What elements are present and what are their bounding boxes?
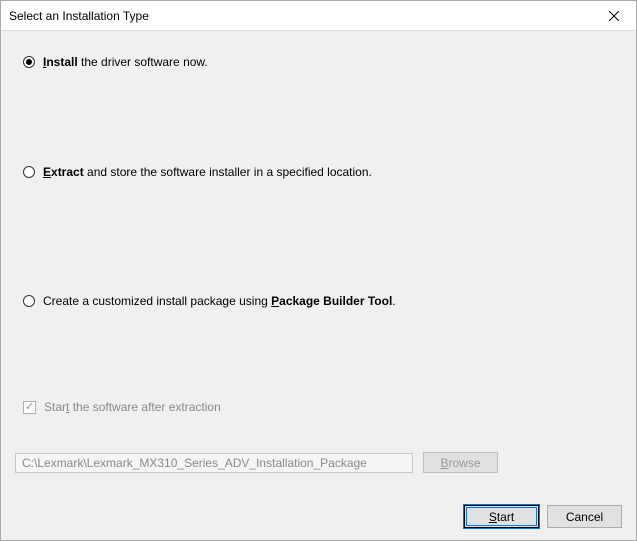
radio-install[interactable] [23, 56, 35, 68]
option-install-label: Install the driver software now. [43, 55, 208, 69]
option-extract[interactable]: Extract and store the software installer… [23, 165, 372, 179]
cancel-button[interactable]: Cancel [547, 505, 622, 528]
option-package[interactable]: Create a customized install package usin… [23, 294, 396, 308]
radio-extract[interactable] [23, 166, 35, 178]
option-package-label: Create a customized install package usin… [43, 294, 396, 308]
close-button[interactable] [591, 1, 636, 30]
option-install[interactable]: Install the driver software now. [23, 55, 208, 69]
footer-buttons: Start Cancel [464, 505, 622, 528]
path-input [15, 453, 413, 473]
radio-package[interactable] [23, 295, 35, 307]
start-button[interactable]: Start [464, 505, 539, 528]
installer-dialog: Select an Installation Type Install the … [0, 0, 637, 541]
option-extract-label: Extract and store the software installer… [43, 165, 372, 179]
checkbox-start-after-box [23, 401, 36, 414]
content-area: Install the driver software now. Extract… [1, 31, 636, 540]
close-icon [609, 11, 619, 21]
browse-button: Browse [423, 452, 498, 473]
checkbox-start-after-label: Start the software after extraction [44, 400, 221, 414]
path-row: Browse [15, 452, 498, 473]
titlebar: Select an Installation Type [1, 1, 636, 31]
checkbox-start-after: Start the software after extraction [23, 400, 221, 414]
window-title: Select an Installation Type [1, 9, 591, 23]
